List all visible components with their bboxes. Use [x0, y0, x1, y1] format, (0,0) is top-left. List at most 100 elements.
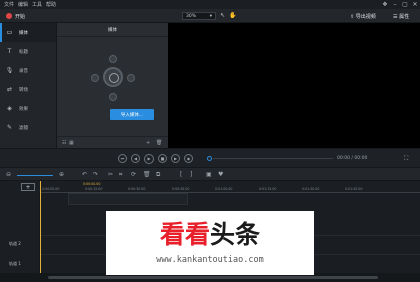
- ruler-tick: 0:01:00.00: [215, 187, 233, 191]
- import-media-button[interactable]: 导入媒体...: [110, 109, 154, 120]
- media-panel-footer: ☷ ▦ + 🗑: [57, 136, 168, 148]
- step-forward-icon[interactable]: ▶: [171, 154, 180, 163]
- ruler-tick: 0:01:30.00: [302, 187, 320, 191]
- preview-canvas[interactable]: [168, 23, 420, 148]
- minimize-icon[interactable]: –: [390, 1, 400, 8]
- maximize-icon[interactable]: ▢: [400, 1, 410, 8]
- hand-icon[interactable]: ✋: [229, 12, 236, 19]
- export-button[interactable]: ⇪ 导出视频: [350, 13, 376, 20]
- properties-icon: ☰: [393, 14, 398, 20]
- pointer-icon[interactable]: ↖: [220, 12, 225, 19]
- sidebar: ▭ 媒体 T 标题 🎙 录音 ⇄ 转场 ◈ 效果 ✎ 滤镜: [0, 23, 57, 148]
- sidebar-item-label: 效果: [19, 106, 28, 112]
- scrollbar-thumb[interactable]: [48, 276, 378, 279]
- step-back-icon[interactable]: ◀: [131, 154, 140, 163]
- track-label-1: 轨道 1: [9, 261, 21, 266]
- ruler-tick: 0:00:15.00: [85, 187, 103, 191]
- tab-media[interactable]: 媒体: [57, 23, 168, 37]
- mark-in-icon[interactable]: [: [180, 171, 182, 178]
- close-icon[interactable]: ✕: [410, 1, 420, 8]
- chevron-down-icon: ▾: [209, 13, 212, 19]
- playhead[interactable]: [40, 181, 41, 273]
- timeline-header-left: +: [0, 181, 40, 193]
- logo-icon: ❖: [382, 1, 388, 8]
- add-track-button[interactable]: +: [21, 183, 35, 191]
- menu-help[interactable]: 帮助: [46, 1, 56, 8]
- split-icon[interactable]: ✂: [108, 171, 113, 178]
- menu-edit[interactable]: 编辑: [18, 1, 28, 8]
- playback-time: 00:00 / 00:00: [337, 156, 368, 161]
- delete-icon[interactable]: 🗑: [156, 140, 162, 146]
- stop-icon[interactable]: ■: [158, 154, 167, 163]
- mark-out-icon[interactable]: ]: [190, 171, 192, 178]
- menu-tools[interactable]: 工具: [32, 1, 42, 8]
- zoom-select[interactable]: 30% ▾: [182, 12, 216, 20]
- crop-icon[interactable]: ⌗: [119, 171, 122, 179]
- watermark-brand-accent: 看看: [159, 220, 210, 249]
- sidebar-item-audio[interactable]: 🎙 录音: [0, 61, 56, 80]
- sidebar-item-title[interactable]: T 标题: [0, 42, 56, 61]
- delete-clip-icon[interactable]: 🗑: [143, 171, 151, 178]
- skip-to-start-icon[interactable]: ⏮: [118, 154, 127, 163]
- list-view-icon[interactable]: ☷: [62, 140, 66, 146]
- menu-file[interactable]: 文件: [4, 1, 14, 8]
- timeline-selection: [68, 193, 188, 205]
- image-icon: [109, 55, 117, 63]
- export-icon: ⇪: [350, 14, 355, 20]
- undo-icon[interactable]: ↶: [82, 171, 87, 178]
- redo-icon[interactable]: ↷: [93, 171, 98, 178]
- sidebar-item-filter[interactable]: ✎ 滤镜: [0, 118, 56, 137]
- ruler-tick: 0:00:45.00: [172, 187, 190, 191]
- track-headers: 轨道 2 轨道 1: [0, 193, 40, 273]
- media-icon: ▭: [6, 29, 13, 36]
- fullscreen-preview-icon[interactable]: ◉: [184, 154, 193, 163]
- favorite-icon[interactable]: ♥: [218, 171, 223, 178]
- sidebar-item-media[interactable]: ▭ 媒体: [0, 23, 56, 42]
- timeline-ruler[interactable]: 0:00:00.00 0:00:00.00 0:00:15.00 0:00:30…: [40, 181, 420, 193]
- properties-label: 属性: [399, 14, 410, 20]
- playback-bar: ⏮ ◀ ▶ ■ ▶ ◉ 00:00 / 00:00 ⛶: [0, 148, 420, 167]
- ruler-tick: 0:00:30.00: [128, 187, 146, 191]
- track-label-2: 轨道 2: [9, 241, 21, 246]
- timeline-toolbar: ⊖ ⊕ ↶ ↷ ✂ ⌗ ⟳ 🗑 ⧉ [ ] ▣ ♥: [0, 167, 420, 181]
- sidebar-item-transition[interactable]: ⇄ 转场: [0, 80, 56, 99]
- export-label: 导出视频: [355, 14, 376, 20]
- filter-icon: ✎: [6, 124, 13, 131]
- app-name[interactable]: 开始: [15, 13, 25, 20]
- playhead-time: 0:00:00.00: [83, 182, 101, 186]
- music-icon: [91, 74, 99, 82]
- sidebar-item-label: 滤镜: [19, 125, 28, 131]
- title-icon: T: [7, 48, 12, 55]
- detach-icon[interactable]: ⧉: [156, 171, 160, 179]
- zoom-out-icon[interactable]: ⊖: [6, 171, 11, 178]
- add-icon[interactable]: +: [146, 140, 150, 146]
- menu-bar: 文件 编辑 工具 帮助 ❖ – ▢ ✕: [0, 0, 420, 9]
- rotate-icon[interactable]: ⟳: [131, 171, 136, 178]
- zoom-value: 30%: [186, 13, 197, 19]
- fullscreen-icon[interactable]: ⛶: [404, 155, 408, 163]
- effects-icon: ◈: [7, 105, 12, 112]
- grid-view-icon[interactable]: ▦: [69, 140, 74, 146]
- marker-icon[interactable]: ▣: [206, 171, 212, 178]
- properties-button[interactable]: ☰ 属性: [393, 13, 409, 20]
- sidebar-item-label: 转场: [19, 87, 28, 93]
- play-icon[interactable]: ▶: [144, 153, 154, 164]
- transition-icon: ⇄: [6, 86, 13, 93]
- ruler-tick: 0:01:45.00: [345, 187, 363, 191]
- watermark-url: www.kankantoutiao.com: [156, 255, 264, 265]
- main-toolbar: 开始 30% ▾ ↖ ✋ ⇪ 导出视频 ☰ 属性: [0, 9, 420, 23]
- sidebar-item-effects[interactable]: ◈ 效果: [0, 99, 56, 118]
- sidebar-item-label: 媒体: [19, 30, 28, 36]
- app-logo-icon: [6, 13, 12, 19]
- sidebar-item-label: 录音: [19, 68, 28, 74]
- watermark: 看看头条 www.kankantoutiao.com: [106, 211, 314, 275]
- playback-progress-track[interactable]: [213, 158, 333, 159]
- timeline-zoom-slider[interactable]: [17, 175, 53, 176]
- playback-position-handle[interactable]: [207, 156, 212, 161]
- zoom-in-icon[interactable]: ⊕: [59, 171, 64, 178]
- video-icon: [127, 74, 135, 82]
- search-media-icon: [103, 67, 123, 87]
- watermark-brand-rest: 头条: [210, 220, 261, 249]
- watermark-brand: 看看头条: [106, 215, 314, 251]
- sidebar-item-label: 标题: [19, 49, 28, 55]
